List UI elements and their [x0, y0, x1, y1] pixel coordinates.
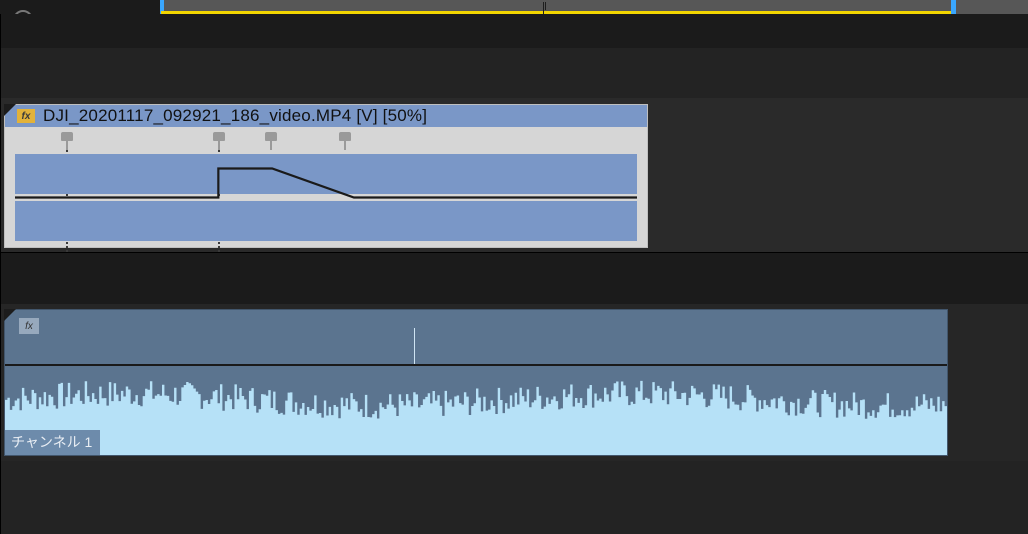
timeline-ruler[interactable] — [160, 0, 1028, 14]
video-clip[interactable]: fx DJI_20201117_092921_186_video.MP4 [V]… — [4, 104, 648, 248]
timeline-gap — [0, 14, 1028, 48]
clip-corner-icon — [4, 309, 16, 321]
channel-label: チャンネル 1 — [5, 430, 100, 455]
audio-lane-a3[interactable] — [0, 511, 1028, 534]
fx-badge-icon[interactable]: fx — [19, 318, 39, 334]
timeline-divider[interactable] — [0, 252, 1028, 304]
audio-lane-a1[interactable]: fx チャンネル 1 — [0, 304, 1028, 461]
keyframe-handle[interactable] — [61, 132, 73, 150]
clip-titlebar: fx DJI_20201117_092921_186_video.MP4 [V]… — [5, 105, 647, 127]
ruler-grip-icon[interactable] — [543, 2, 548, 10]
keyframe-handle[interactable] — [265, 132, 277, 150]
clip-corner-icon — [4, 104, 16, 116]
clip-title: DJI_20201117_092921_186_video.MP4 [V] [5… — [43, 106, 427, 126]
fx-badge-icon[interactable]: fx — [17, 109, 35, 123]
audio-clip[interactable]: fx チャンネル 1 — [4, 309, 948, 456]
keyframe-curve[interactable] — [15, 154, 637, 241]
audio-peak — [414, 328, 415, 364]
keyframe-handle[interactable] — [339, 132, 351, 150]
video-lane-v1[interactable]: fx DJI_20201117_092921_186_video.MP4 [V]… — [0, 98, 1028, 252]
keyframe-handle[interactable] — [213, 132, 225, 150]
out-point-handle[interactable] — [951, 0, 956, 14]
audio-lane-a2[interactable] — [0, 461, 1028, 511]
audio-waveform — [5, 366, 947, 455]
video-lane-v2[interactable] — [0, 48, 1028, 98]
